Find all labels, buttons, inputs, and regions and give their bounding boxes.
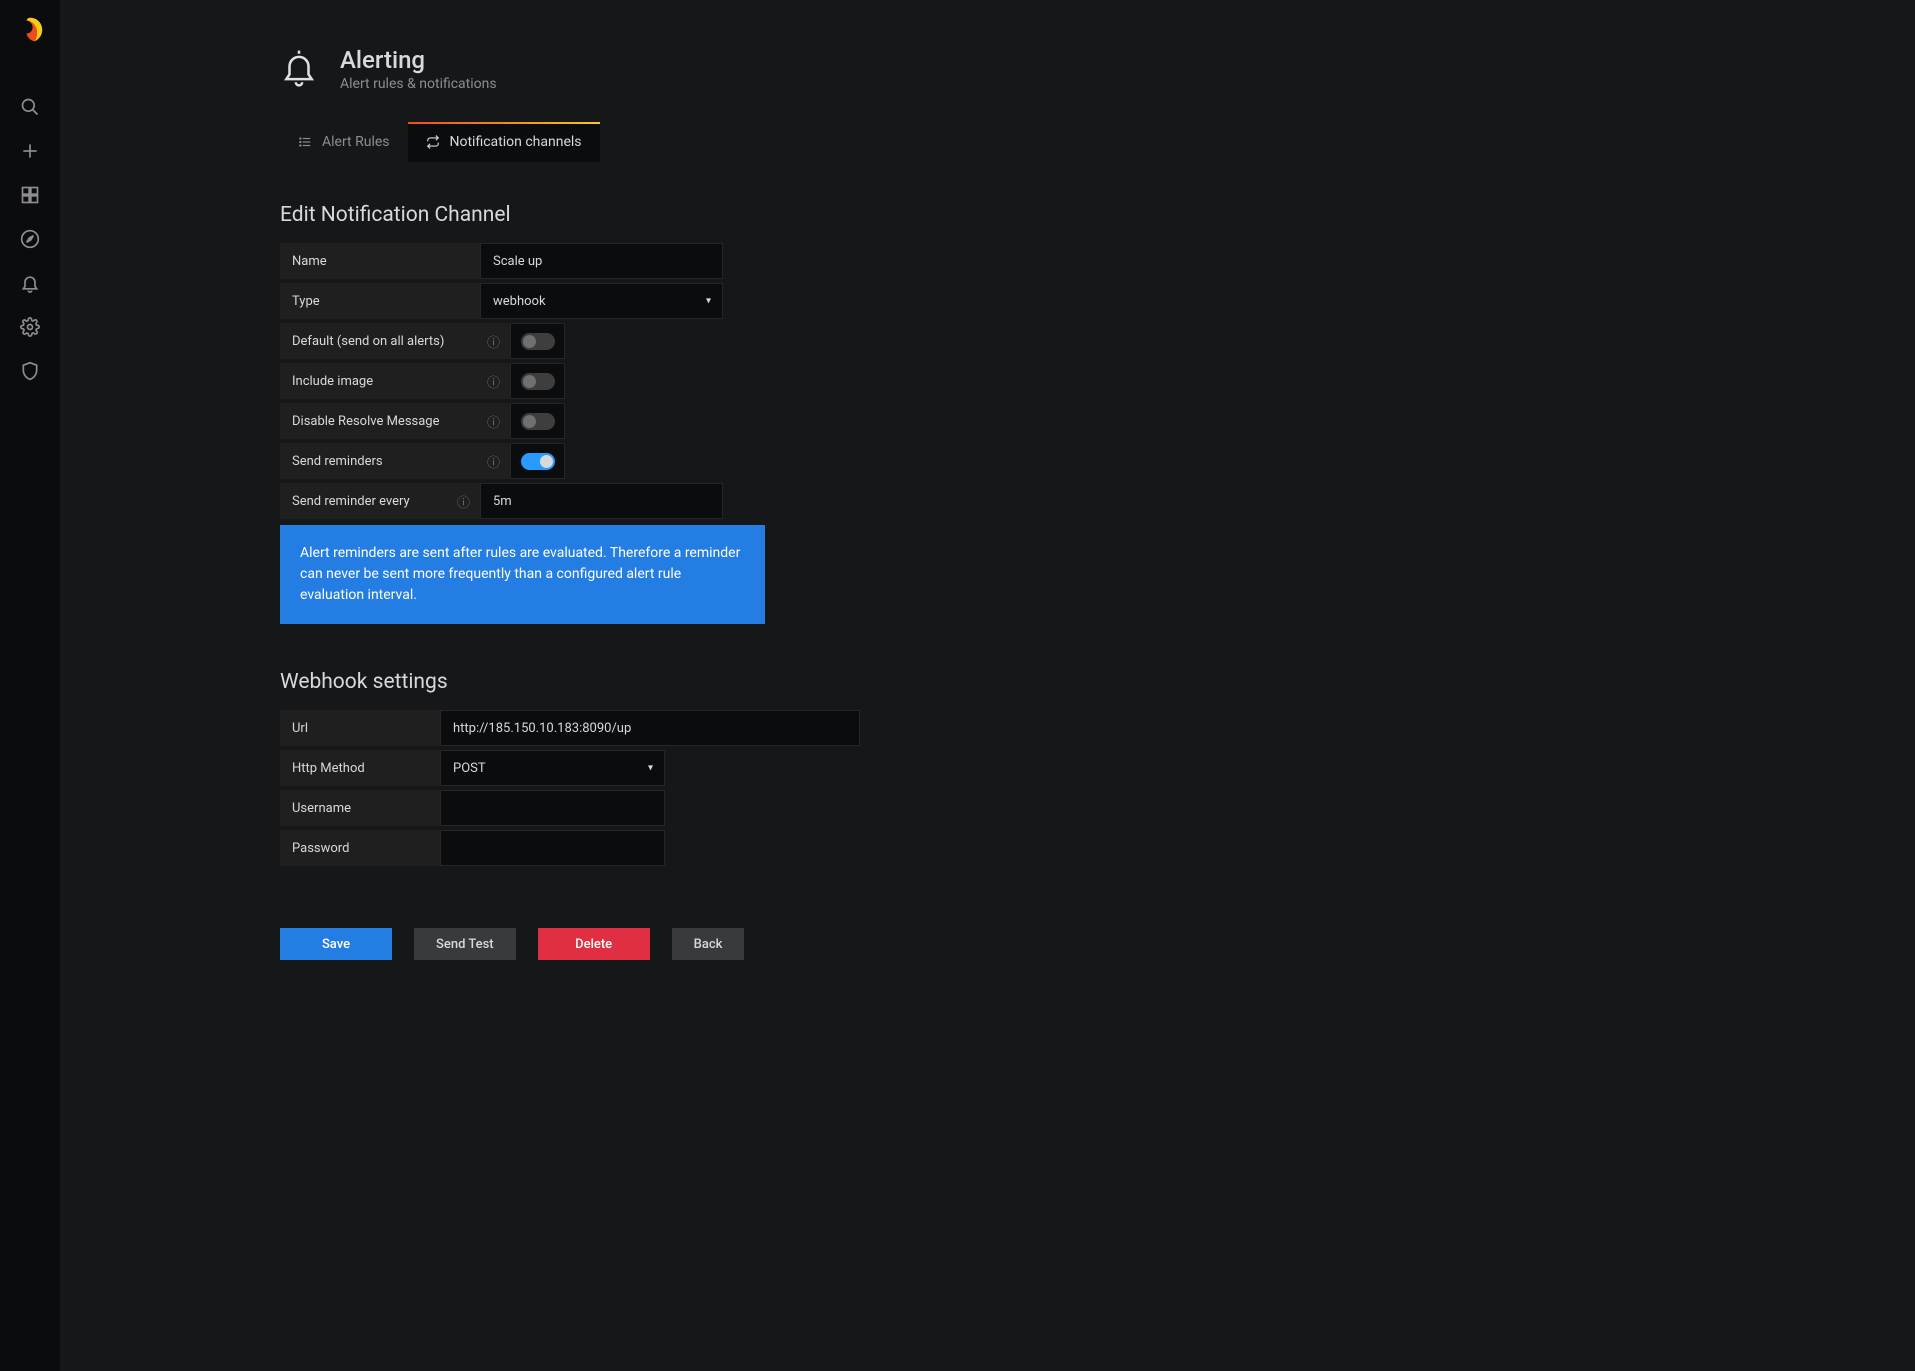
type-select[interactable]: webhook — [480, 283, 723, 319]
send-test-button[interactable]: Send Test — [414, 928, 516, 960]
password-input[interactable] — [440, 830, 665, 866]
section-title-webhook: Webhook settings — [280, 670, 1060, 694]
label-name: Name — [280, 243, 480, 279]
tab-alert-rules[interactable]: Alert Rules — [280, 122, 408, 162]
page-header: Alerting Alert rules & notifications — [60, 0, 1915, 92]
main-content: Alerting Alert rules & notifications Ale… — [60, 0, 1915, 1371]
sidebar-nav — [0, 0, 60, 1371]
label-reminder-every: Send reminder everyⓘ — [280, 483, 480, 519]
button-row: Save Send Test Delete Back — [280, 928, 1060, 960]
label-url: Url — [280, 710, 440, 746]
bell-icon — [280, 49, 320, 89]
dashboards-icon[interactable] — [19, 184, 41, 206]
label-password: Password — [280, 830, 440, 866]
form-content: Edit Notification Channel Name Type webh… — [60, 163, 1060, 1000]
plus-icon[interactable] — [19, 140, 41, 162]
label-disable-resolve: Disable Resolve Messageⓘ — [280, 403, 510, 439]
alerting-icon[interactable] — [19, 272, 41, 294]
send-reminders-toggle-wrap — [510, 443, 565, 479]
grafana-logo-icon[interactable] — [16, 16, 44, 44]
name-input[interactable] — [480, 243, 723, 279]
shield-icon[interactable] — [19, 360, 41, 382]
info-icon[interactable]: ⓘ — [487, 452, 500, 471]
back-button[interactable]: Back — [672, 928, 745, 960]
reminder-info-alert: Alert reminders are sent after rules are… — [280, 525, 765, 624]
info-icon[interactable]: ⓘ — [487, 412, 500, 431]
search-icon[interactable] — [19, 96, 41, 118]
label-type: Type — [280, 283, 480, 319]
disable-resolve-toggle[interactable] — [521, 413, 555, 430]
page-subtitle: Alert rules & notifications — [340, 76, 497, 92]
label-include-image: Include imageⓘ — [280, 363, 510, 399]
default-toggle[interactable] — [521, 333, 555, 350]
info-icon[interactable]: ⓘ — [487, 372, 500, 391]
tabs: Alert Rules Notification channels — [280, 122, 1915, 163]
info-icon[interactable]: ⓘ — [487, 332, 500, 351]
reminder-every-input[interactable] — [480, 483, 723, 519]
page-title: Alerting — [340, 46, 497, 74]
section-title-edit: Edit Notification Channel — [280, 203, 1060, 227]
disable-resolve-toggle-wrap — [510, 403, 565, 439]
info-icon[interactable]: ⓘ — [457, 492, 470, 511]
default-toggle-wrap — [510, 323, 565, 359]
label-send-reminders: Send remindersⓘ — [280, 443, 510, 479]
label-username: Username — [280, 790, 440, 826]
label-http-method: Http Method — [280, 750, 440, 786]
send-reminders-toggle[interactable] — [521, 453, 555, 470]
tab-label: Notification channels — [450, 134, 582, 150]
include-image-toggle[interactable] — [521, 373, 555, 390]
tab-label: Alert Rules — [322, 134, 390, 150]
http-method-select[interactable]: POST — [440, 750, 665, 786]
label-default: Default (send on all alerts)ⓘ — [280, 323, 510, 359]
gear-icon[interactable] — [19, 316, 41, 338]
delete-button[interactable]: Delete — [538, 928, 650, 960]
username-input[interactable] — [440, 790, 665, 826]
save-button[interactable]: Save — [280, 928, 392, 960]
url-input[interactable] — [440, 710, 860, 746]
tab-notification-channels[interactable]: Notification channels — [408, 122, 600, 162]
include-image-toggle-wrap — [510, 363, 565, 399]
explore-icon[interactable] — [19, 228, 41, 250]
